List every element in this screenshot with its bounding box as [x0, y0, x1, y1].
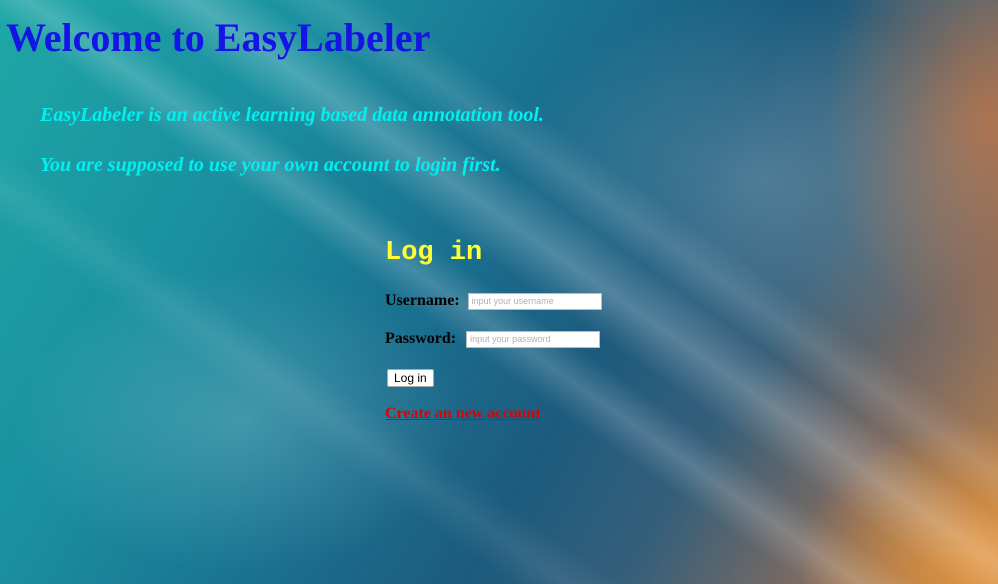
password-label: Password:: [385, 330, 457, 347]
password-row: Password:: [385, 330, 601, 348]
page-title: Welcome to EasyLabeler: [6, 15, 431, 60]
intro-description: EasyLabeler is an active learning based …: [40, 104, 544, 126]
password-input[interactable]: [466, 330, 601, 348]
username-row: Username:: [385, 292, 602, 310]
create-account-link[interactable]: Create an new account: [385, 405, 541, 423]
login-button[interactable]: Log in: [387, 369, 434, 387]
username-input[interactable]: [467, 292, 602, 310]
login-heading: Log in: [385, 238, 483, 268]
login-form: Log in Username: Password: Log in Create…: [385, 238, 645, 422]
username-label: Username:: [385, 292, 460, 309]
intro-instruction: You are supposed to use your own account…: [40, 154, 501, 176]
